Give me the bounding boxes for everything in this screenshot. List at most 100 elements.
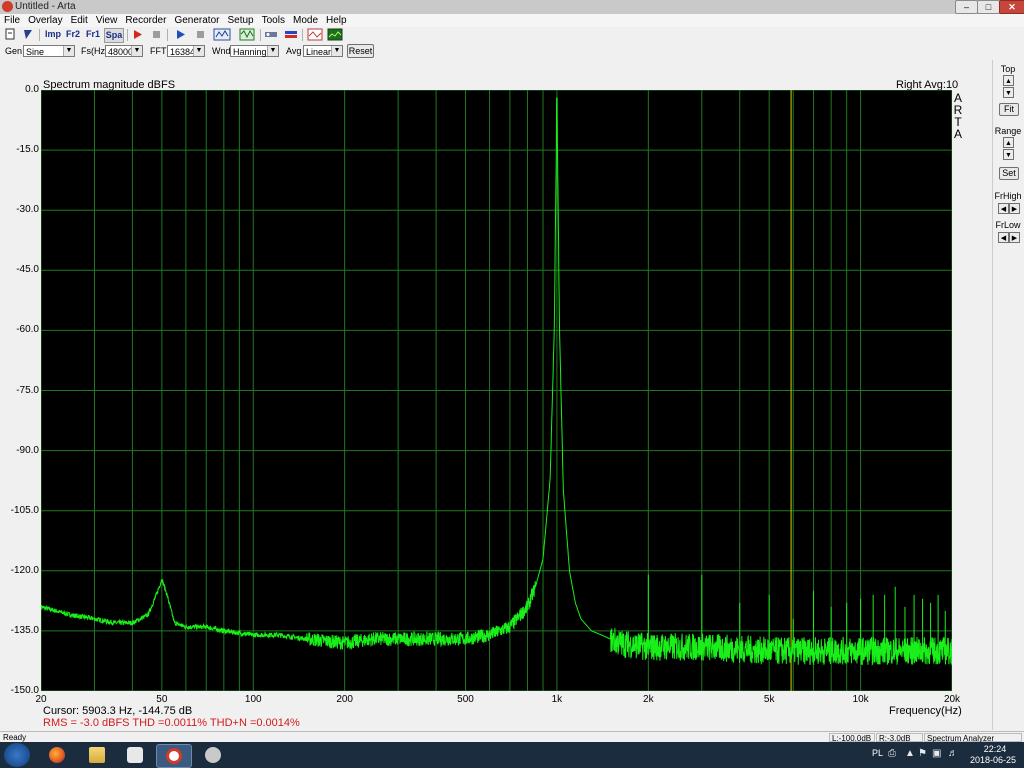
fft-size-select[interactable]: 16384 ▼: [167, 45, 205, 57]
volume-icon[interactable]: ♬: [948, 748, 958, 759]
sample-rate-select[interactable]: 48000 ▼: [105, 45, 143, 57]
scope-icon[interactable]: [307, 28, 323, 41]
range-label: Range: [994, 126, 1022, 136]
close-button[interactable]: ✕: [999, 0, 1024, 14]
x-tick-label: 20k: [943, 694, 961, 705]
flag-icon[interactable]: ⚑: [918, 748, 927, 759]
pause-icon[interactable]: [194, 28, 206, 41]
menu-help[interactable]: Help: [322, 14, 351, 27]
audio-device-icon[interactable]: [264, 28, 278, 41]
tray-language[interactable]: PL: [872, 748, 883, 758]
menu-view[interactable]: View: [92, 14, 122, 27]
spectrum-plot[interactable]: [41, 90, 952, 691]
minimize-button[interactable]: –: [955, 0, 978, 14]
x-tick-label: 50: [156, 694, 168, 705]
y-tick-label: -120.0: [10, 564, 39, 576]
frhigh-label: FrHigh: [994, 191, 1022, 201]
top-up-button[interactable]: ▲: [1003, 75, 1014, 86]
range-up-button[interactable]: ▲: [1003, 137, 1014, 148]
taskbar-app-cat[interactable]: [118, 744, 152, 766]
reset-button[interactable]: Reset: [347, 44, 374, 58]
toolbar-separator: [39, 29, 40, 41]
set-button[interactable]: Set: [999, 167, 1019, 180]
spectrum-view-icon[interactable]: [327, 28, 343, 41]
tray-date[interactable]: 2018-06-25: [965, 755, 1021, 765]
sample-rate-value: 48000: [108, 47, 134, 57]
y-tick-label: -90.0: [16, 444, 39, 456]
frhigh-left-button[interactable]: ◀: [998, 203, 1009, 214]
menu-mode[interactable]: Mode: [289, 14, 322, 27]
y-tick-label: -60.0: [16, 324, 39, 336]
calibration-icon[interactable]: [284, 28, 298, 41]
menu-recorder[interactable]: Recorder: [121, 14, 170, 27]
frhigh-right-button[interactable]: ▶: [1009, 203, 1020, 214]
spectrum-mode-button[interactable]: Spa: [104, 28, 124, 43]
menu-generator[interactable]: Generator: [170, 14, 223, 27]
fft-size-label: FFT: [150, 46, 167, 56]
start-button[interactable]: [4, 743, 30, 767]
taskbar: PL ⎙ ▲ ⚑ ▣ ♬ 22:24 2018-06-25: [0, 742, 1024, 768]
tray-time[interactable]: 22:24: [978, 744, 1012, 754]
cursor-readout: Cursor: 5903.3 Hz, -144.75 dB: [43, 705, 193, 717]
fit-button[interactable]: Fit: [999, 103, 1019, 116]
toolbar-separator: [260, 29, 261, 41]
printer-icon[interactable]: ⎙: [888, 748, 896, 759]
y-tick-label: 0.0: [25, 84, 39, 95]
arta-app-icon: [166, 748, 182, 764]
menu-bar: File Overlay Edit View Recorder Generator Setu…: [0, 14, 1024, 27]
fr1-mode-button[interactable]: Fr1: [85, 28, 101, 41]
arta-logo: A R T A: [953, 92, 963, 140]
menu-setup[interactable]: Setup: [223, 14, 257, 27]
maximize-button[interactable]: □: [977, 0, 1000, 14]
arta-app-icon: [2, 1, 13, 12]
y-tick-label: -30.0: [16, 204, 39, 216]
top-down-button[interactable]: ▼: [1003, 87, 1014, 98]
range-down-button[interactable]: ▼: [1003, 149, 1014, 160]
menu-file[interactable]: File: [0, 14, 24, 27]
menu-tools[interactable]: Tools: [258, 14, 289, 27]
frlow-left-button[interactable]: ◀: [998, 232, 1009, 243]
generator-label: Gen: [5, 46, 23, 56]
taskbar-arta[interactable]: [156, 744, 192, 768]
window-label: Wnd: [212, 46, 231, 56]
toolbar-separator: [167, 29, 168, 41]
top-label: Top: [1000, 64, 1016, 74]
x-tick-label: 2k: [643, 694, 654, 705]
scale-control-panel: Top ▲ ▼ Fit Range ▲ ▼ Set FrHigh ◀ ▶ FrL…: [992, 60, 1024, 730]
network-icon[interactable]: ▣: [932, 748, 941, 759]
open-file-icon[interactable]: [22, 28, 34, 41]
chevron-down-icon: ▼: [267, 46, 278, 56]
frlow-right-button[interactable]: ▶: [1009, 232, 1020, 243]
generator-select[interactable]: Sine ▼: [23, 45, 75, 57]
window-select[interactable]: Hanning ▼: [230, 45, 279, 57]
fr2-mode-button[interactable]: Fr2: [65, 28, 81, 41]
y-tick-label: -135.0: [10, 624, 39, 636]
x-tick-label: 10k: [852, 694, 869, 705]
record-settings-icon[interactable]: [213, 28, 231, 41]
x-axis-label: Frequency(Hz): [889, 705, 962, 717]
tools-app-icon: [205, 747, 221, 763]
averaging-select[interactable]: Linear ▼: [303, 45, 343, 57]
taskbar-firefox[interactable]: [40, 744, 74, 766]
chevron-down-icon: ▼: [331, 46, 342, 56]
generator-icon[interactable]: [239, 28, 255, 41]
chevron-down-icon: ▼: [63, 46, 74, 56]
firefox-icon: [49, 747, 65, 763]
new-file-icon[interactable]: [4, 28, 16, 41]
chevron-down-icon: ▼: [131, 46, 142, 56]
y-tick-label: -75.0: [16, 384, 39, 396]
impulse-mode-button[interactable]: Imp: [44, 28, 62, 41]
averaging-label: Avg: [286, 46, 302, 56]
stop-icon[interactable]: [150, 28, 162, 41]
toolbar: Imp Fr2 Fr1 Spa: [0, 27, 1024, 44]
status-mode: Spectrum Analyzer: [924, 733, 1022, 743]
tray-expand-icon[interactable]: ▲: [905, 748, 915, 759]
play-icon[interactable]: [174, 28, 186, 41]
record-icon[interactable]: [131, 28, 143, 41]
toolbar-separator: [127, 29, 128, 41]
menu-edit[interactable]: Edit: [67, 14, 92, 27]
taskbar-explorer[interactable]: [80, 744, 114, 766]
taskbar-app-tools[interactable]: [196, 744, 230, 766]
y-tick-label: -105.0: [10, 504, 39, 516]
menu-overlay[interactable]: Overlay: [24, 14, 66, 27]
